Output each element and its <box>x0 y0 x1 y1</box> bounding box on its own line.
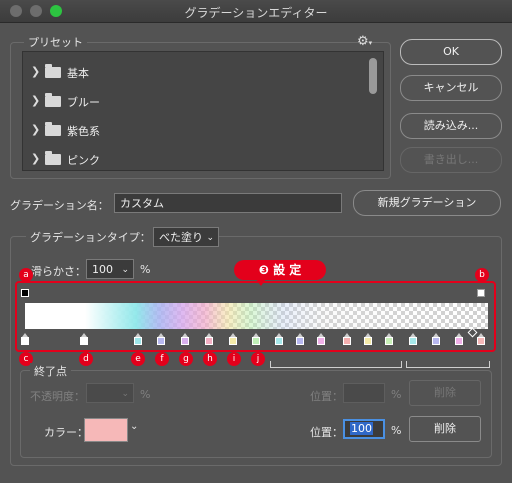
gradient-preview-bar[interactable] <box>25 303 488 329</box>
cancel-button[interactable]: キャンセル <box>400 75 502 101</box>
color-stop[interactable] <box>205 333 213 345</box>
color-stop[interactable] <box>21 333 29 345</box>
gradient-name-input[interactable]: カスタム <box>114 193 342 213</box>
folder-icon <box>45 151 61 165</box>
preset-folder-pink[interactable]: ❯ ピンク <box>23 145 363 173</box>
opacity-location-input[interactable] <box>343 383 385 403</box>
opacity-stop-end[interactable] <box>477 289 485 297</box>
preset-folder-basic[interactable]: ❯ 基本 <box>23 58 363 86</box>
opacity-stop-start[interactable] <box>21 289 29 297</box>
preset-list: ❯ 基本 ❯ ブルー ❯ 紫色系 ❯ ピンク <box>22 51 384 171</box>
annotation-badge-f: f <box>155 352 169 366</box>
opacity-input[interactable]: ⌄ <box>86 383 134 403</box>
color-stop[interactable] <box>80 333 88 345</box>
chevron-right-icon[interactable]: ❯ <box>31 65 40 78</box>
chevron-right-icon[interactable]: ❯ <box>31 94 40 107</box>
annotation-badge-g: g <box>179 352 193 366</box>
gradient-type-select[interactable]: べた塗り ⌄ <box>153 227 219 247</box>
smoothness-value: 100 <box>92 263 113 276</box>
color-stop[interactable] <box>181 333 189 345</box>
stops-legend: 終了点 <box>30 363 71 379</box>
color-stop[interactable] <box>134 333 142 345</box>
preset-scrollbar-thumb[interactable] <box>369 58 377 94</box>
delete-opacity-stop-button[interactable]: 削除 <box>409 380 481 406</box>
opacity-label: 不透明度： <box>30 390 85 403</box>
color-stop[interactable] <box>296 333 304 345</box>
annotation-setting-title: ❸ 設 定 <box>234 260 326 280</box>
folder-icon <box>45 64 61 78</box>
stop-group-bracket <box>406 361 490 368</box>
preset-folder-label: 紫色系 <box>67 125 100 138</box>
annotation-badge-e: e <box>131 352 145 366</box>
color-stop[interactable] <box>157 333 165 345</box>
color-stop[interactable] <box>364 333 372 345</box>
annotation-badge-h: h <box>203 352 217 366</box>
opacity-unit: % <box>140 388 151 401</box>
color-location-label: 位置： <box>310 426 343 439</box>
color-stop[interactable] <box>432 333 440 345</box>
color-location-unit: % <box>391 424 402 437</box>
presets-settings-gear-icon[interactable]: ⚙▾ <box>357 34 372 49</box>
color-label: カラー： <box>44 426 88 439</box>
color-stop[interactable] <box>252 333 260 345</box>
color-stop[interactable] <box>343 333 351 345</box>
title-bar: グラデーションエディター <box>0 0 512 23</box>
smoothness-input[interactable]: 100 ⌄ <box>86 259 134 279</box>
color-stop[interactable] <box>409 333 417 345</box>
delete-color-stop-button[interactable]: 削除 <box>409 416 481 442</box>
chevron-down-icon: ⌄ <box>206 233 214 243</box>
ok-button[interactable]: OK <box>400 39 502 65</box>
annotation-badge-i: i <box>227 352 241 366</box>
presets-legend: プリセット <box>24 34 87 50</box>
gradient-type-value: べた塗り <box>159 231 203 244</box>
export-button[interactable]: 書き出し... <box>400 147 502 173</box>
smoothness-label: 滑らかさ： <box>31 265 86 278</box>
preset-folder-label: 基本 <box>67 67 89 80</box>
annotation-badge-a: a <box>19 268 33 282</box>
opacity-location-unit: % <box>391 388 402 401</box>
smoothness-unit: % <box>140 263 151 276</box>
annotation-badge-b: b <box>475 268 489 282</box>
stop-group-bracket <box>270 361 402 368</box>
color-swatch-chevron-down-icon[interactable]: ⌄ <box>130 421 138 432</box>
chevron-right-icon[interactable]: ❯ <box>31 123 40 136</box>
window-title: グラデーションエディター <box>184 6 328 20</box>
chevron-down-icon: ⌄ <box>121 389 129 399</box>
preset-folder-label: ピンク <box>67 154 100 167</box>
chevron-down-icon[interactable]: ⌄ <box>121 260 129 280</box>
folder-icon <box>45 93 61 107</box>
color-location-input[interactable]: 100 <box>343 419 385 439</box>
color-swatch[interactable] <box>84 418 128 442</box>
annotation-badge-d: d <box>79 352 93 366</box>
color-stop-selected[interactable] <box>477 333 485 345</box>
color-stop[interactable] <box>275 333 283 345</box>
color-stop[interactable] <box>385 333 393 345</box>
color-location-value: 100 <box>350 422 373 435</box>
folder-icon <box>45 122 61 136</box>
opacity-location-label: 位置： <box>310 390 343 403</box>
gradient-name-label: グラデーション名： <box>10 199 109 212</box>
new-gradient-button[interactable]: 新規グラデーション <box>353 190 501 216</box>
load-button[interactable]: 読み込み... <box>400 113 502 139</box>
preset-folder-purple[interactable]: ❯ 紫色系 <box>23 116 363 144</box>
chevron-right-icon[interactable]: ❯ <box>31 152 40 165</box>
color-stop[interactable] <box>455 333 463 345</box>
gradient-type-label: グラデーションタイプ： <box>26 229 155 245</box>
preset-folder-blue[interactable]: ❯ ブルー <box>23 87 363 115</box>
color-stop[interactable] <box>229 333 237 345</box>
preset-folder-label: ブルー <box>67 96 100 109</box>
annotation-badge-j: j <box>251 352 265 366</box>
color-stop[interactable] <box>317 333 325 345</box>
